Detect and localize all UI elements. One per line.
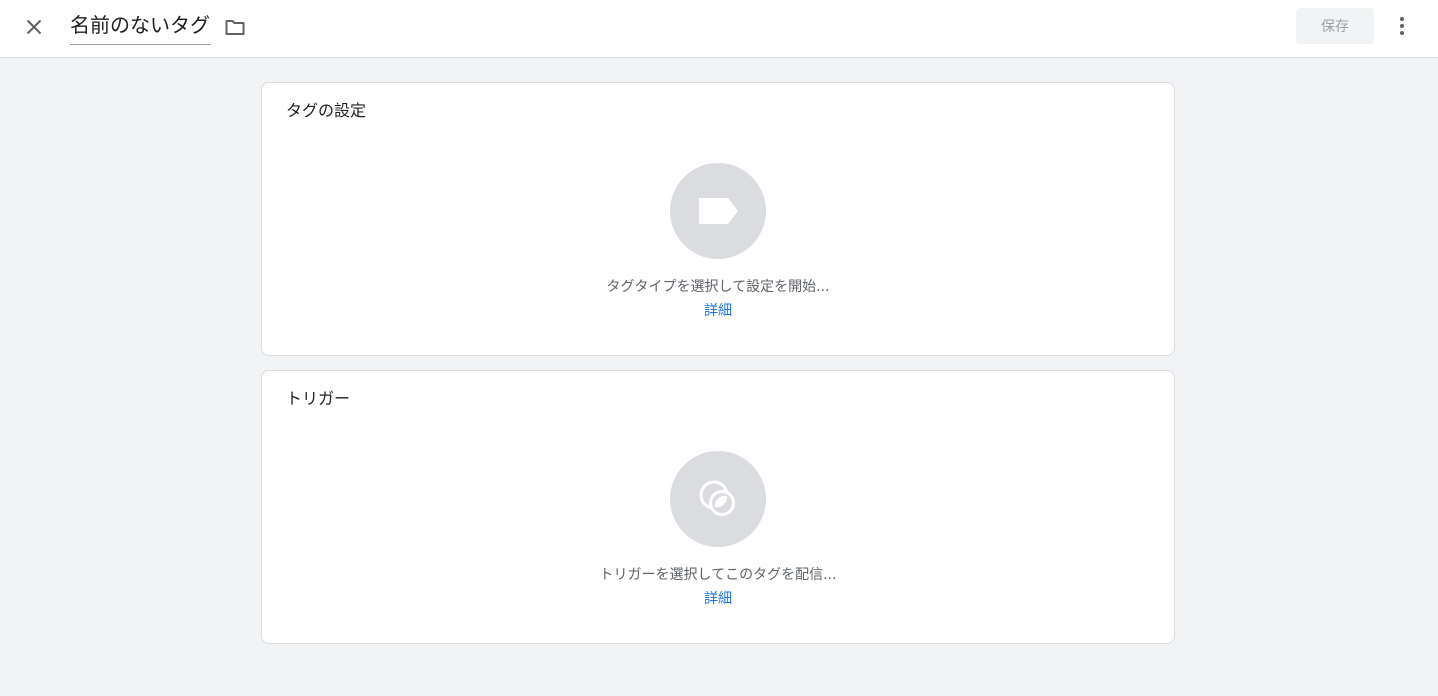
close-icon: [26, 19, 42, 35]
tag-type-placeholder[interactable]: [670, 163, 766, 259]
tag-icon: [699, 198, 738, 224]
trigger-learn-more-link[interactable]: 詳細: [704, 591, 732, 607]
tag-configuration-card[interactable]: タグの設定 タグタイプを選択して設定を開始... 詳細: [261, 82, 1175, 356]
tag-name-input[interactable]: 名前のないタグ: [70, 8, 211, 45]
trigger-description: トリガーを選択してこのタグを配信...: [599, 567, 837, 583]
tag-configuration-title: タグの設定: [286, 101, 367, 120]
folder-button[interactable]: [220, 12, 250, 42]
tag-configuration-learn-more-link[interactable]: 詳細: [704, 303, 732, 319]
save-button[interactable]: 保存: [1296, 8, 1374, 44]
top-bar: 名前のないタグ 保存: [0, 0, 1438, 58]
folder-icon: [225, 20, 245, 35]
trigger-card[interactable]: トリガー トリガーを選択してこのタグを配信... 詳細: [261, 370, 1175, 644]
more-options-button[interactable]: [1386, 9, 1418, 43]
trigger-icon: [699, 480, 735, 516]
more-vert-icon: [1400, 17, 1404, 35]
tag-configuration-description: タグタイプを選択して設定を開始...: [606, 279, 830, 295]
close-button[interactable]: [14, 7, 54, 47]
trigger-title: トリガー: [286, 389, 351, 408]
trigger-placeholder[interactable]: [670, 451, 766, 547]
